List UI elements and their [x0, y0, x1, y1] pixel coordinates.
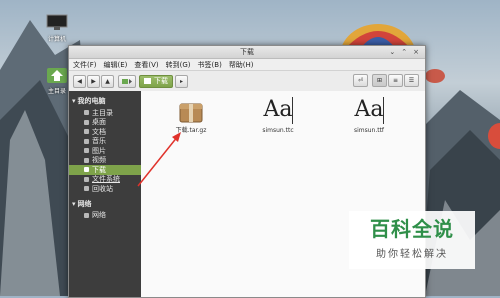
watermark-title: 百科全说 — [370, 217, 454, 241]
watermark-subtitle: 助你轻松解决 — [376, 249, 448, 260]
watermark-badge: 百科全说 助你轻松解决 — [349, 211, 475, 269]
